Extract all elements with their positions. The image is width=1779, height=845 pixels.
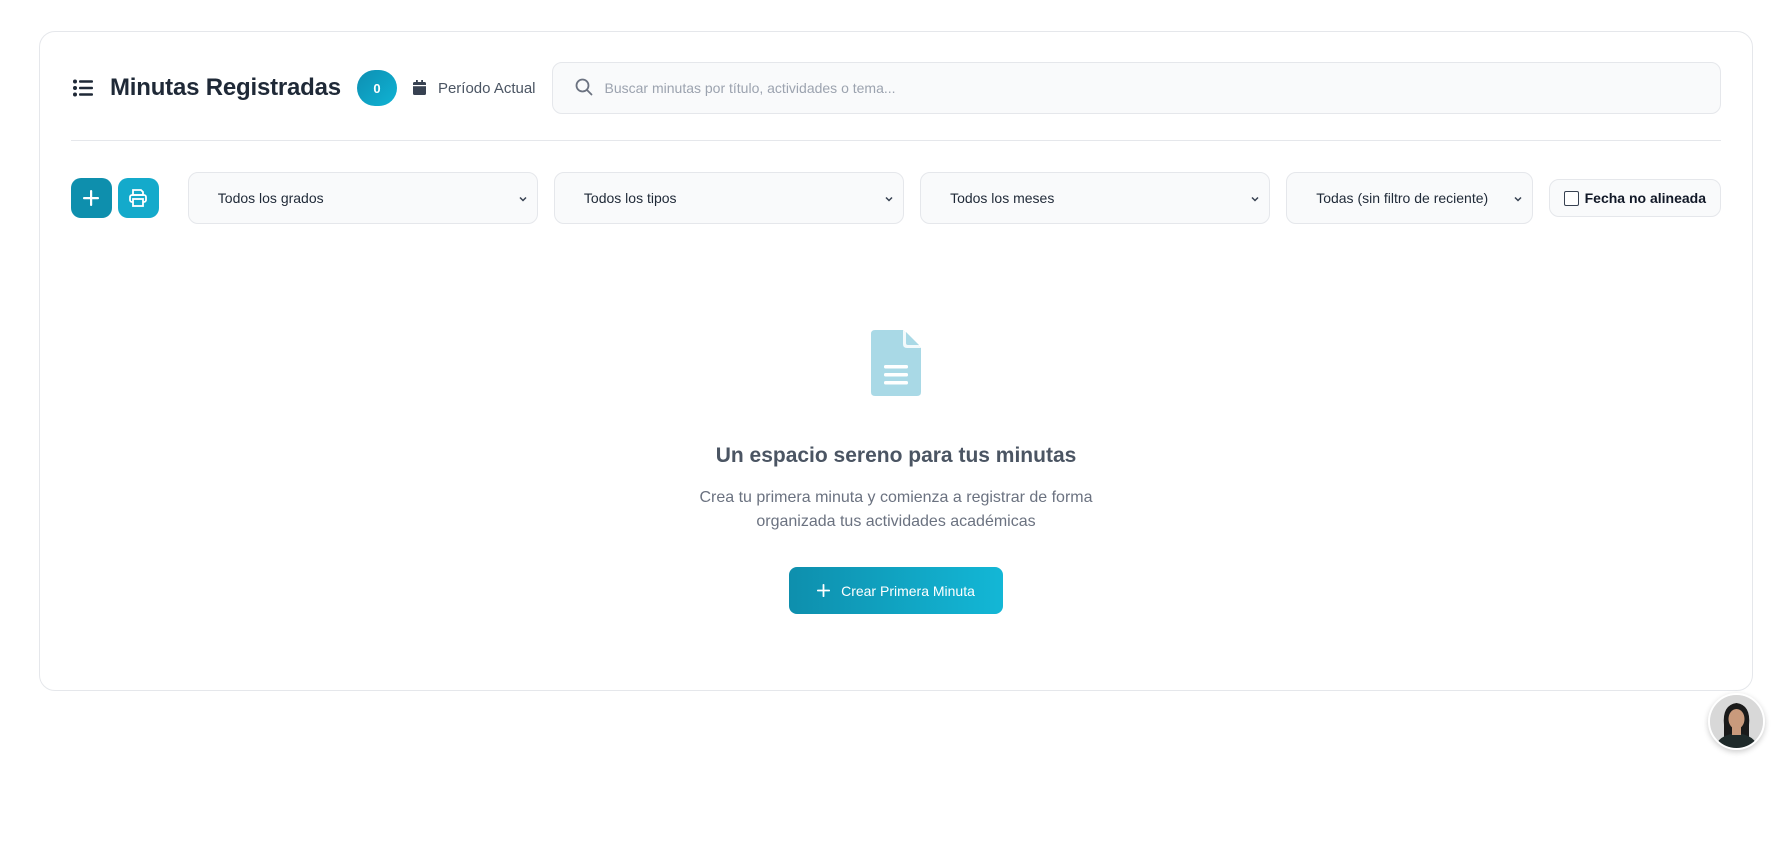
calendar-icon (412, 80, 427, 96)
page-title: Minutas Registradas (110, 74, 341, 101)
search-icon (575, 78, 595, 98)
printer-icon (129, 189, 148, 207)
add-minute-button[interactable] (71, 178, 112, 218)
empty-state-description: Crea tu primera minuta y comienza a regi… (686, 486, 1106, 534)
document-icon (871, 330, 921, 396)
month-filter-value: Todos los meses (950, 190, 1055, 206)
empty-state-line-1: Crea tu primera minuta y comienza a regi… (699, 489, 1093, 506)
type-filter-value: Todos los tipos (583, 190, 677, 206)
grade-filter-select[interactable]: Todos los grados (187, 172, 538, 224)
period-label: Período Actual (437, 79, 536, 97)
period-indicator: Período Actual (412, 79, 536, 97)
plus-icon (83, 190, 100, 206)
unaligned-date-checkbox[interactable] (1563, 190, 1579, 206)
create-first-minute-button[interactable]: Crear Primera Minuta (789, 567, 1003, 614)
print-button[interactable] (117, 178, 159, 218)
card-header: Minutas Registradas 0 Período Actual (71, 62, 1721, 114)
empty-state-title: Un espacio sereno para tus minutas (715, 444, 1077, 467)
count-badge: 0 (356, 70, 397, 106)
avatar-image (1710, 695, 1763, 748)
create-first-minute-label: Crear Primera Minuta (841, 582, 975, 599)
filter-toolbar: Todos los grados Todos los tipos Todos l… (71, 172, 1721, 224)
chevron-down-icon (517, 193, 529, 205)
user-avatar[interactable] (1708, 693, 1765, 750)
search-input[interactable] (604, 80, 1720, 96)
list-icon (71, 76, 95, 100)
empty-state-line-2: organizada tus actividades académicas (756, 513, 1036, 530)
month-filter-select[interactable]: Todos los meses (920, 172, 1271, 224)
recent-filter-select[interactable]: Todas (sin filtro de reciente) (1286, 172, 1533, 224)
chevron-down-icon (1249, 193, 1261, 205)
minutes-card: Minutas Registradas 0 Período Actual Bus… (39, 31, 1753, 691)
recent-filter-value: Todas (sin filtro de reciente) (1316, 190, 1489, 206)
plus-icon (817, 583, 831, 598)
search-box[interactable] (551, 62, 1721, 114)
grade-filter-value: Todos los grados (217, 190, 324, 206)
chevron-down-icon (1512, 193, 1524, 205)
chevron-down-icon (883, 193, 895, 205)
unaligned-date-toggle[interactable]: Fecha no alineada (1548, 179, 1721, 217)
header-divider (71, 140, 1721, 141)
unaligned-date-label: Fecha no alineada (1584, 190, 1706, 206)
empty-state: Un espacio sereno para tus minutas Crea … (40, 330, 1752, 614)
type-filter-select[interactable]: Todos los tipos (553, 172, 905, 224)
